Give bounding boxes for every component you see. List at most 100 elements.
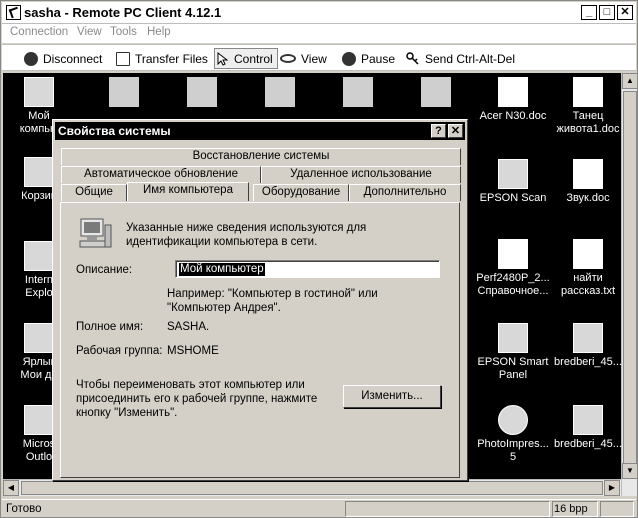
desktop-icon-perf2480[interactable]: Perf2480P_2... Справочное... <box>473 239 553 298</box>
workgroup-label: Рабочая группа: <box>76 345 163 357</box>
tab-automatic-updates[interactable]: Автоматическое обновление <box>61 166 261 183</box>
example-text: Например: "Компьютер в гостиной" или "Ко… <box>167 288 378 314</box>
desktop-icon-dance-doc[interactable]: Танец живота1.doc <box>548 77 621 136</box>
color-depth-indicator: 16 bpp <box>554 503 588 515</box>
desktop-icon-acer-doc[interactable]: Acer N30.doc <box>473 77 553 123</box>
eye-icon <box>280 54 296 63</box>
desktop-icon-label: Звук.doc <box>566 192 610 204</box>
disconnect-label: Disconnect <box>43 51 103 66</box>
desktop-icon-label: Танец живота1.doc <box>556 110 620 135</box>
desktop-icon-find-story[interactable]: найти рассказ.txt <box>548 239 621 298</box>
epson-doc-icon <box>498 239 528 269</box>
photoimpression-icon <box>498 405 528 435</box>
description-label: Описание: <box>76 264 133 276</box>
description-input[interactable]: Мой компьютер <box>175 260 440 278</box>
folder-icon <box>116 51 130 66</box>
dialog-close-button[interactable]: ✕ <box>448 124 463 138</box>
cursor-icon <box>217 51 229 66</box>
word-doc-icon <box>573 159 603 189</box>
help-button[interactable]: ? <box>431 124 446 138</box>
rename-text: Чтобы переименовать этот компьютер или п… <box>76 379 318 419</box>
desktop-icon-hidden[interactable] <box>421 77 451 107</box>
archive-icon <box>573 323 603 353</box>
transfer-files-button[interactable]: Transfer Files <box>116 48 208 69</box>
minimize-button[interactable]: _ <box>581 5 597 20</box>
folder-shortcut-icon <box>24 323 54 353</box>
epson-smart-panel-icon <box>498 323 528 353</box>
app-icon <box>6 5 21 20</box>
computer-name-panel: Указанные ниже сведения используются для… <box>60 202 460 478</box>
desktop-icon-label: найти рассказ.txt <box>561 272 615 297</box>
full-name-label: Полное имя: <box>76 321 144 333</box>
scroll-down-icon[interactable]: ▼ <box>622 463 638 479</box>
scroll-up-icon[interactable]: ▲ <box>622 73 638 89</box>
description-value: Мой компьютер <box>179 263 265 276</box>
maximize-button[interactable]: □ <box>599 5 615 20</box>
pause-label: Pause <box>361 51 396 66</box>
desktop-icon-bredberi-folder[interactable]: bredberi_45... <box>548 405 621 451</box>
disconnect-button[interactable]: Disconnect <box>24 48 102 69</box>
horizontal-scrollbar[interactable]: ◀ ▶ <box>3 479 621 496</box>
word-doc-icon <box>573 77 603 107</box>
send-ctrl-alt-del-button[interactable]: Send Ctrl-Alt-Del <box>406 48 515 69</box>
scroll-left-icon[interactable]: ◀ <box>3 480 19 496</box>
dialog-title: Свойства системы <box>58 124 171 138</box>
key-icon <box>406 51 420 66</box>
computer-icon <box>79 218 112 248</box>
text-file-icon <box>573 239 603 269</box>
desktop-icon-epson-scan[interactable]: EPSON Scan <box>473 159 553 205</box>
control-button[interactable]: Control <box>214 48 278 69</box>
menu-bar: Connection View Tools Help <box>2 24 636 43</box>
vertical-scrollbar[interactable]: ▲ ▼ <box>621 73 638 496</box>
view-button[interactable]: View <box>280 48 327 69</box>
close-button[interactable]: ✕ <box>617 5 633 20</box>
tab-advanced[interactable]: Дополнительно <box>349 184 461 201</box>
outlook-icon <box>24 405 54 435</box>
change-button[interactable]: Изменить... <box>343 385 441 408</box>
internet-explorer-icon <box>24 241 54 271</box>
scroll-right-icon[interactable]: ▶ <box>604 480 620 496</box>
status-text: Готово <box>6 503 42 515</box>
tab-hardware[interactable]: Оборудование <box>253 184 349 201</box>
control-label: Control <box>234 51 273 66</box>
intro-text: Указанные ниже сведения используются для… <box>126 222 367 248</box>
menu-tools[interactable]: Tools <box>110 26 137 38</box>
desktop-icon-label: PhotoImpres... 5 <box>477 438 549 463</box>
desktop-icon-hidden[interactable] <box>343 77 373 107</box>
desktop-icon-bredberi-archive[interactable]: bredberi_45... <box>548 323 621 369</box>
desktop-icon-label: Acer N30.doc <box>479 110 547 122</box>
disconnect-icon <box>24 51 38 66</box>
tab-system-restore[interactable]: Восстановление системы <box>61 148 461 165</box>
desktop-icon-sound-doc[interactable]: Звук.doc <box>548 159 621 205</box>
system-properties-dialog: Свойства системы ? ✕ Восстановление сист… <box>52 119 468 481</box>
desktop-icon-hidden[interactable] <box>109 77 139 107</box>
toolbar: Disconnect Transfer Files Control View P… <box>2 44 636 71</box>
desktop-icon-label: bredberi_45... <box>554 356 621 368</box>
menu-help[interactable]: Help <box>147 26 171 38</box>
desktop-icon-hidden[interactable] <box>265 77 295 107</box>
tab-computer-name[interactable]: Имя компьютера <box>127 182 249 201</box>
vertical-scroll-thumb[interactable] <box>623 91 637 471</box>
my-computer-icon <box>24 77 54 107</box>
desktop-icon-label: Perf2480P_2... Справочное... <box>476 272 550 297</box>
desktop-icon-label: bredberi_45... <box>554 438 621 450</box>
menu-view[interactable]: View <box>77 26 102 38</box>
remote-pc-client-window: sasha - Remote PC Client 4.12.1 _ □ ✕ Co… <box>0 0 638 518</box>
workgroup-value: MSHOME <box>167 345 219 357</box>
window-title: sasha - Remote PC Client 4.12.1 <box>24 5 222 20</box>
desktop-icon-label: Micros Outlo <box>22 438 56 463</box>
desktop-icon-epson-smart-panel[interactable]: EPSON Smart Panel <box>473 323 553 382</box>
menu-connection[interactable]: Connection <box>10 26 68 38</box>
tab-general[interactable]: Общие <box>61 184 127 201</box>
desktop-icon-photoimpression[interactable]: PhotoImpres... 5 <box>473 405 553 464</box>
scanner-icon <box>498 159 528 189</box>
pause-icon <box>342 51 356 66</box>
word-doc-icon <box>498 77 528 107</box>
desktop-icon-hidden[interactable] <box>187 77 217 107</box>
horizontal-scroll-thumb[interactable] <box>21 481 603 495</box>
pause-button[interactable]: Pause <box>342 48 395 69</box>
title-bar[interactable]: sasha - Remote PC Client 4.12.1 _ □ ✕ <box>2 2 636 24</box>
folder-icon <box>573 405 603 435</box>
tab-remote[interactable]: Удаленное использование <box>261 166 461 183</box>
dialog-title-bar[interactable]: Свойства системы ? ✕ <box>55 122 465 140</box>
